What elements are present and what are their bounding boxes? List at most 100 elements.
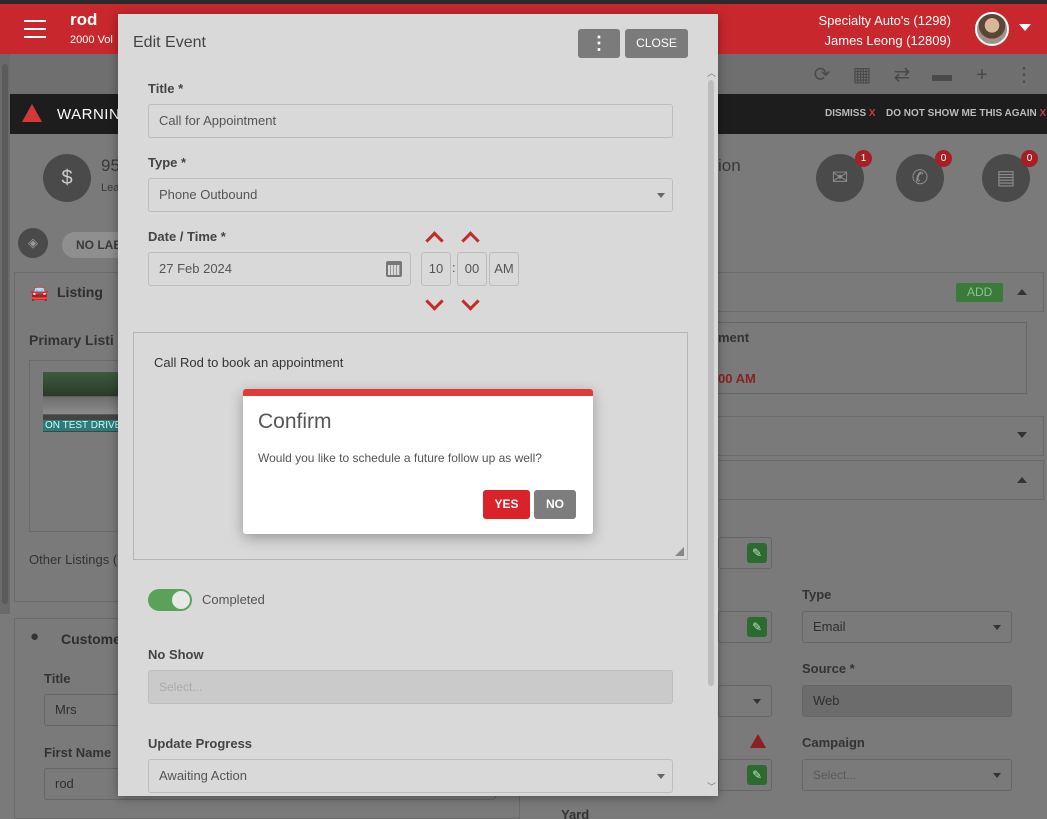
refresh-icon[interactable]: ⟳ (811, 64, 833, 86)
source-label: Source * (802, 661, 855, 676)
confirm-message: Would you like to schedule a future foll… (258, 451, 542, 465)
minute-increment-icon[interactable] (461, 230, 479, 244)
customer-title-label: Title (44, 671, 71, 686)
title-label: Title * (148, 81, 184, 96)
lead-vehicle: 2000 Vol (70, 34, 113, 46)
funnel-dollar-icon: $ (43, 154, 91, 202)
chevron-down-icon (657, 774, 665, 779)
lead-score-label: Lea (101, 182, 120, 194)
section-heading-fragment: ion (718, 156, 741, 175)
edit-icon[interactable]: ✎ (747, 543, 767, 563)
account-info[interactable]: Specialty Auto's (1298) James Leong (128… (818, 11, 951, 51)
scroll-thumb[interactable] (708, 80, 714, 686)
primary-listing-label: Primary Listi (29, 332, 114, 348)
listing-card-title: Listing (57, 284, 103, 300)
user-icon: ● (30, 628, 40, 645)
appointment-label: ment (718, 330, 750, 345)
contact-field-1[interactable]: ✎ (718, 537, 772, 569)
chevron-up-icon[interactable] (1017, 477, 1027, 483)
type-label: Type * (148, 155, 187, 170)
hamburger-menu-icon[interactable] (24, 20, 46, 38)
modal-title: Edit Event (133, 34, 206, 51)
confirm-title: Confirm (258, 410, 332, 433)
chevron-down-icon (993, 625, 1001, 630)
close-button[interactable]: CLOSE (625, 29, 688, 58)
minute-input[interactable]: 00 (457, 252, 487, 286)
description-text: Call Rod to book an appointment (154, 355, 344, 370)
add-appointment-button[interactable]: ADD (956, 283, 1004, 302)
listing-status-badge: ON TEST DRIVE (43, 420, 124, 431)
sms-count-badge: 0 (1021, 150, 1038, 167)
chevron-up-icon[interactable] (1017, 289, 1027, 295)
do-not-show-again-button[interactable]: DO NOT SHOW ME THIS AGAIN X (886, 108, 1046, 119)
modal-scrollbar[interactable]: ︿ ﹀ (706, 66, 716, 796)
more-vertical-icon[interactable]: ⋮ (1013, 64, 1035, 86)
hour-input[interactable]: 10 (421, 252, 451, 286)
edit-icon[interactable]: ✎ (747, 765, 767, 785)
customer-card-title: Custome (61, 631, 121, 647)
modal-more-button[interactable]: ⋮ (578, 29, 620, 58)
envelope-icon: ✉ (831, 167, 849, 189)
first-name-label: First Name (44, 745, 112, 760)
time-separator: : (452, 260, 456, 275)
progress-select[interactable]: Awaiting Action (148, 759, 673, 793)
car-icon: 🚘 (30, 285, 49, 302)
page-scrollbar[interactable] (0, 54, 10, 614)
resize-handle-icon[interactable] (675, 547, 684, 556)
other-listings-label: Other Listings ( (29, 552, 118, 567)
source-field: Web (802, 685, 1012, 717)
chevron-down-icon (993, 773, 1001, 778)
campaign-select[interactable]: Select... (802, 759, 1012, 791)
staff-name: James Leong (12809) (824, 33, 951, 48)
lead-name: rod (70, 10, 98, 29)
sms-button[interactable]: ▤ 0 (982, 150, 1038, 202)
yard-label: Yard (561, 807, 590, 819)
datetime-label: Date / Time * (148, 229, 226, 244)
noshow-select: Select... (148, 670, 673, 704)
chevron-down-icon[interactable] (1019, 24, 1031, 31)
email-count-badge: 1 (855, 150, 872, 167)
tag-icon[interactable]: ◈ (18, 228, 48, 258)
title-input[interactable]: Call for Appointment (148, 104, 673, 138)
chevron-down-icon (657, 193, 665, 198)
type-label: Type (802, 587, 832, 602)
customer-title-field[interactable]: Mrs (44, 694, 124, 726)
dismiss-warning-button[interactable]: DISMISS X (825, 108, 876, 119)
hour-increment-icon[interactable] (425, 230, 443, 244)
chevron-down-icon (753, 699, 761, 704)
scroll-down-icon[interactable]: ﹀ (707, 780, 716, 793)
contact-field-3[interactable]: ✎ (718, 759, 772, 791)
calendar-icon[interactable]: ▦ (851, 64, 873, 86)
ampm-toggle[interactable]: AM (489, 252, 519, 286)
speech-bubble-icon: ▤ (996, 167, 1016, 189)
phone-count-badge: 0 (935, 150, 952, 167)
no-button[interactable]: NO (534, 490, 576, 519)
chat-icon[interactable]: ▬ (931, 64, 953, 86)
warning-icon (750, 734, 766, 748)
edit-icon[interactable]: ✎ (747, 617, 767, 637)
type-select[interactable]: Phone Outbound (148, 178, 673, 212)
confirm-dialog: Confirm Would you like to schedule a fut… (243, 389, 593, 534)
plus-icon[interactable]: + (971, 64, 993, 86)
appointment-time: 00 AM (718, 371, 756, 386)
noshow-label: No Show (148, 647, 204, 662)
email-button[interactable]: ✉ 1 (816, 150, 872, 202)
date-input[interactable]: 27 Feb 2024 (148, 252, 411, 286)
chevron-down-icon[interactable] (1017, 432, 1027, 438)
contact-field-2[interactable]: ✎ (718, 611, 772, 643)
phone-button[interactable]: ✆ 0 (896, 150, 952, 202)
yes-button[interactable]: YES (483, 490, 530, 519)
completed-label: Completed (202, 592, 265, 607)
phone-icon: ✆ (911, 167, 929, 189)
completed-toggle[interactable] (148, 589, 192, 611)
scroll-up-icon[interactable]: ︿ (707, 66, 716, 79)
campaign-label: Campaign (802, 735, 865, 750)
more-vertical-icon: ⋮ (590, 33, 608, 53)
hour-decrement-icon[interactable] (425, 297, 443, 311)
calendar-icon[interactable] (386, 261, 402, 277)
contact-select[interactable] (718, 685, 772, 717)
type-select[interactable]: Email (802, 611, 1012, 643)
handshake-icon[interactable]: ⇄ (891, 64, 913, 86)
avatar[interactable] (975, 12, 1009, 46)
minute-decrement-icon[interactable] (461, 297, 479, 311)
